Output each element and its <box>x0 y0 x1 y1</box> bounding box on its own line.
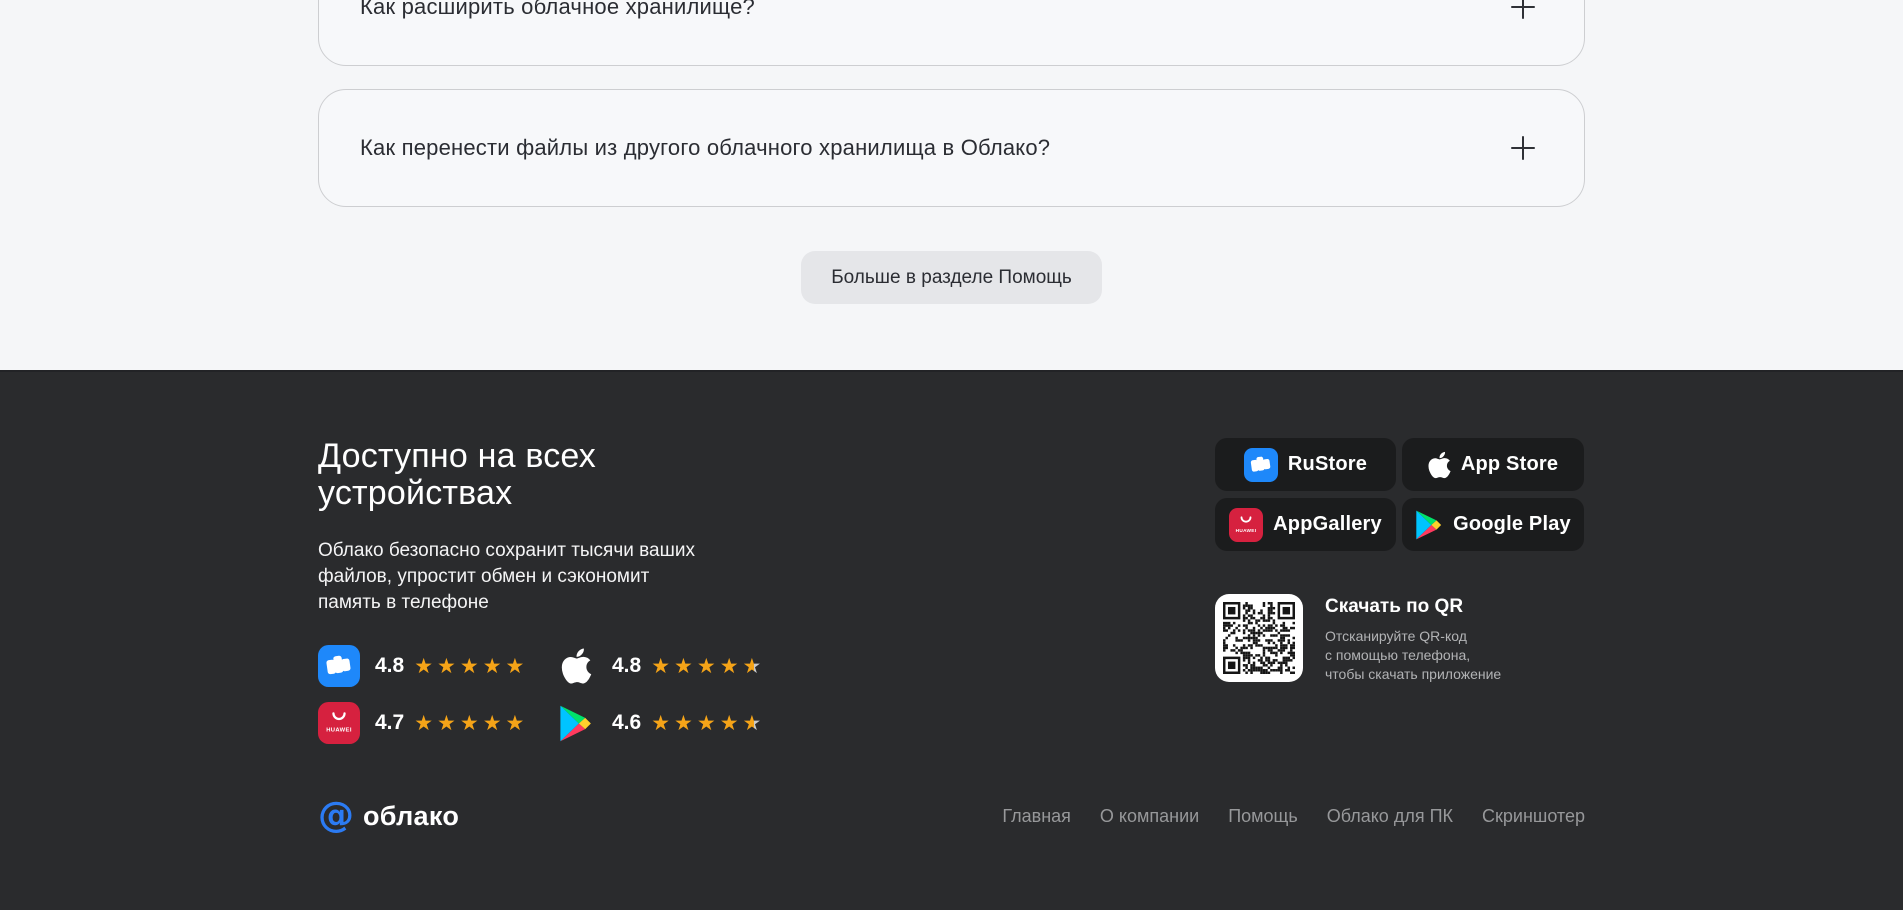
star-icon: ★ <box>743 656 762 677</box>
appgallery-badge[interactable]: HUAWEI AppGallery <box>1215 498 1396 551</box>
footer-link-screenshoter[interactable]: Скриншотер <box>1482 806 1585 827</box>
faq-question: Как перенести файлы из другого облачного… <box>360 135 1050 161</box>
star-icon: ★ <box>743 713 762 734</box>
star-icon: ★ <box>506 713 525 734</box>
rating-row-appstore: 4.8 ★★★★★ <box>555 645 958 687</box>
star-rating: ★★★★★ <box>414 656 524 677</box>
rating-score: 4.7 <box>375 711 404 735</box>
star-rating: ★★★★★ <box>414 713 524 734</box>
star-icon: ★ <box>483 713 502 734</box>
star-icon: ★ <box>414 713 433 734</box>
star-icon: ★ <box>460 656 479 677</box>
svg-text:HUAWEI: HUAWEI <box>1236 527 1257 533</box>
badge-label: RuStore <box>1288 453 1367 476</box>
faq-section: Как расширить облачное хранилище? Как пе… <box>0 0 1903 370</box>
badge-label: Google Play <box>1453 513 1571 536</box>
rating-row-googleplay: 4.6 ★★★★★ <box>555 702 958 744</box>
google-play-icon <box>1415 510 1443 540</box>
star-rating: ★★★★★ <box>651 656 761 677</box>
store-ratings: 4.8 ★★★★★ 4.8 ★★★★★ HUAWEI 4.7 <box>318 645 958 744</box>
badge-label: App Store <box>1461 453 1558 476</box>
rating-row-rustore: 4.8 ★★★★★ <box>318 645 555 687</box>
mailru-at-icon: @ <box>318 798 354 834</box>
rustore-badge[interactable]: RuStore <box>1215 438 1396 491</box>
plus-icon[interactable] <box>1508 0 1538 22</box>
star-icon: ★ <box>483 656 502 677</box>
logo-text: облако <box>363 801 459 832</box>
rustore-icon <box>1244 448 1278 482</box>
appstore-badge[interactable]: App Store <box>1402 438 1584 491</box>
apple-icon <box>555 645 597 687</box>
star-icon: ★ <box>651 713 670 734</box>
star-icon: ★ <box>414 656 433 677</box>
googleplay-badge[interactable]: Google Play <box>1402 498 1584 551</box>
footer-link-desktop[interactable]: Облако для ПК <box>1327 806 1453 827</box>
appgallery-icon: HUAWEI <box>1229 508 1263 542</box>
star-icon: ★ <box>437 713 456 734</box>
star-icon: ★ <box>697 713 716 734</box>
rustore-icon <box>318 645 360 687</box>
footer-link-home[interactable]: Главная <box>1002 806 1071 827</box>
more-help-button[interactable]: Больше в разделе Помощь <box>801 251 1102 304</box>
star-icon: ★ <box>674 713 693 734</box>
rating-row-appgallery: HUAWEI 4.7 ★★★★★ <box>318 702 555 744</box>
faq-item-expand-storage[interactable]: Как расширить облачное хранилище? <box>318 0 1585 66</box>
star-rating: ★★★★★ <box>651 713 761 734</box>
plus-icon[interactable] <box>1508 133 1538 163</box>
footer-link-about[interactable]: О компании <box>1100 806 1199 827</box>
svg-text:HUAWEI: HUAWEI <box>326 727 352 733</box>
footer-description: Облако безопасно сохранит тысячи ваших ф… <box>318 538 958 616</box>
apple-icon <box>1428 450 1451 480</box>
footer-link-help[interactable]: Помощь <box>1228 806 1298 827</box>
cloud-logo[interactable]: @ облако <box>318 798 459 834</box>
star-icon: ★ <box>720 713 739 734</box>
qr-section: Скачать по QR Отсканируйте QR-код с помо… <box>1215 594 1585 684</box>
star-icon: ★ <box>460 713 479 734</box>
qr-code <box>1215 594 1303 682</box>
rating-score: 4.8 <box>375 654 404 678</box>
appgallery-icon: HUAWEI <box>318 702 360 744</box>
star-icon: ★ <box>506 656 525 677</box>
store-badges: RuStore App Store HUAWEI AppGallery <box>1215 438 1585 551</box>
star-icon: ★ <box>651 656 670 677</box>
google-play-icon <box>555 702 597 744</box>
star-icon: ★ <box>720 656 739 677</box>
footer: Доступно на всех устройствах Облако безо… <box>0 370 1903 910</box>
rating-score: 4.8 <box>612 654 641 678</box>
star-icon: ★ <box>697 656 716 677</box>
faq-item-transfer-files[interactable]: Как перенести файлы из другого облачного… <box>318 89 1585 207</box>
qr-title: Скачать по QR <box>1325 596 1501 618</box>
rating-score: 4.6 <box>612 711 641 735</box>
star-icon: ★ <box>674 656 693 677</box>
footer-nav: Главная О компании Помощь Облако для ПК … <box>1002 806 1585 827</box>
footer-heading: Доступно на всех устройствах <box>318 438 958 512</box>
faq-question: Как расширить облачное хранилище? <box>360 0 755 20</box>
star-icon: ★ <box>437 656 456 677</box>
badge-label: AppGallery <box>1273 513 1382 536</box>
qr-subtitle: Отсканируйте QR-код с помощью телефона, … <box>1325 627 1501 684</box>
